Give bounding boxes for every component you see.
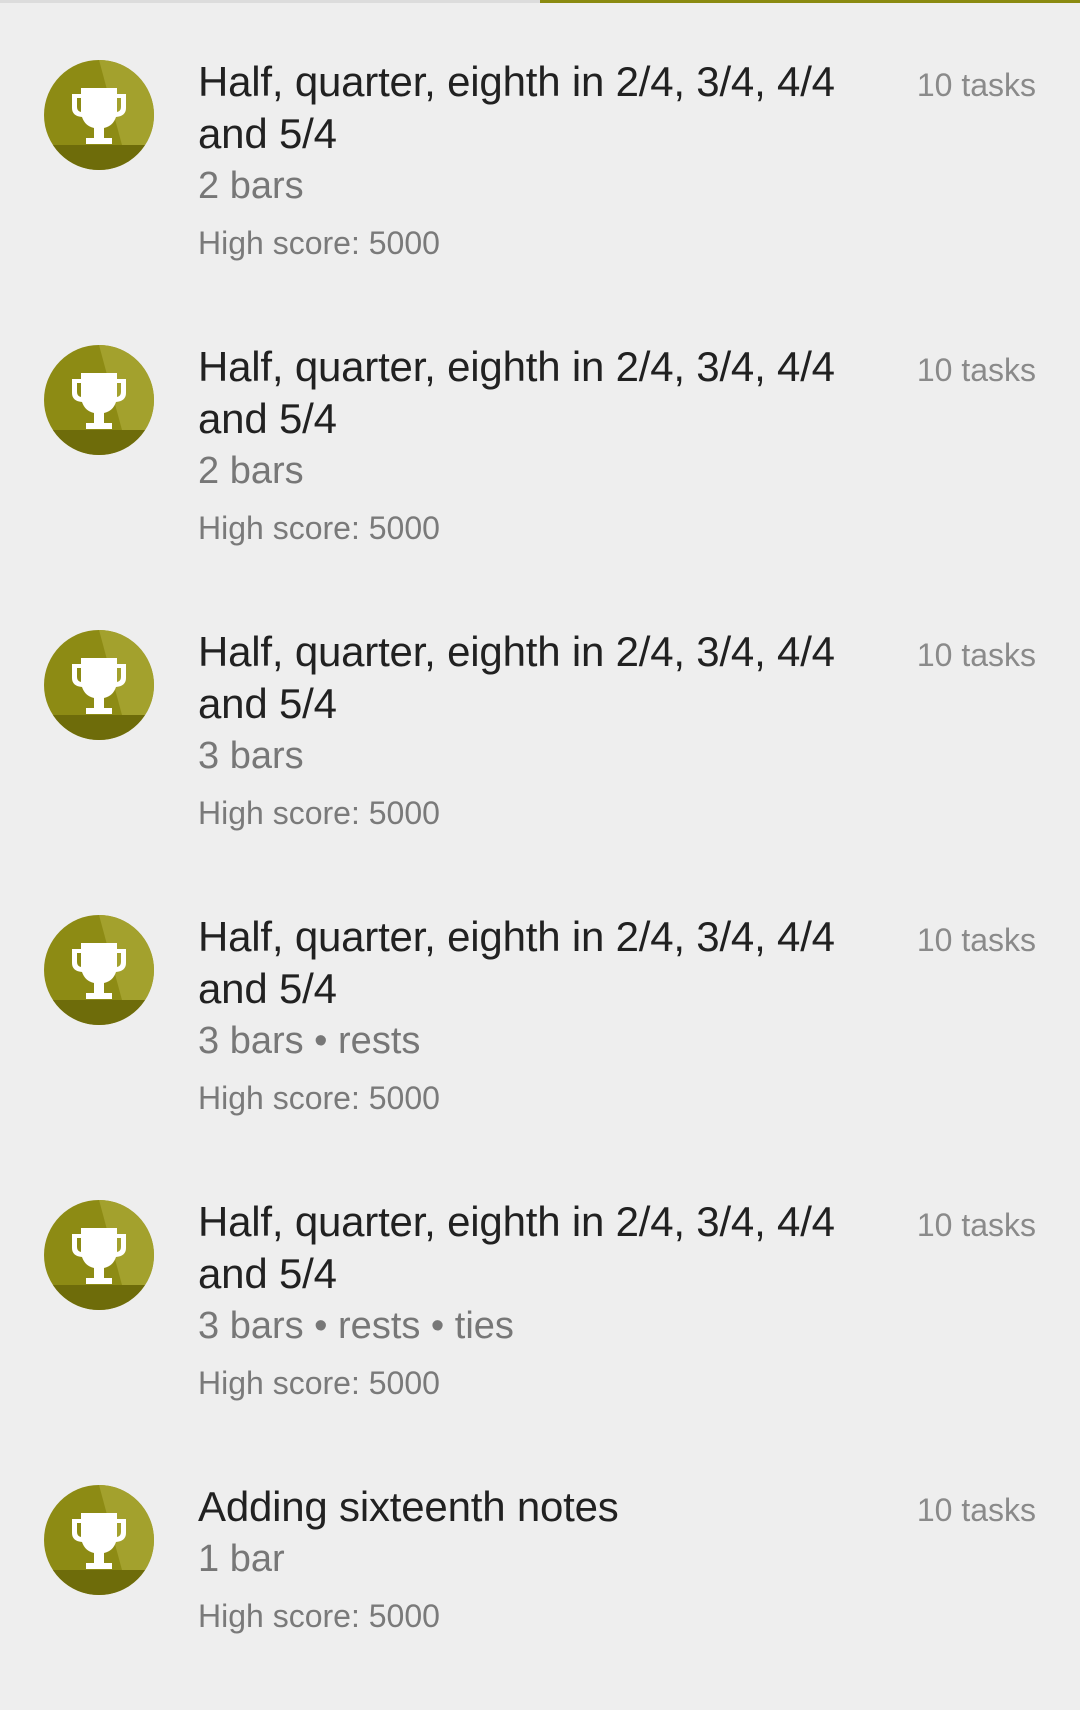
- trophy-icon: [44, 630, 154, 740]
- lesson-task-count: 10 tasks: [916, 922, 1036, 958]
- lesson-item[interactable]: Half, quarter, eighth in 2/4, 3/4, 4/4 a…: [0, 570, 1080, 855]
- trophy-icon: [44, 60, 154, 170]
- lesson-item[interactable]: Half, quarter, eighth in 2/4, 3/4, 4/4 a…: [0, 855, 1080, 1140]
- lesson-title: Half, quarter, eighth in 2/4, 3/4, 4/4 a…: [198, 58, 835, 157]
- lesson-high-score: High score: 5000: [198, 510, 440, 546]
- trophy-icon: [44, 345, 154, 455]
- lesson-task-count: 10 tasks: [916, 1207, 1036, 1243]
- lesson-title: Adding sixteenth notes: [198, 1483, 619, 1530]
- trophy-icon: [44, 1200, 154, 1310]
- lesson-task-count: 10 tasks: [916, 67, 1036, 103]
- lesson-task-count: 10 tasks: [916, 1492, 1036, 1528]
- lesson-item[interactable]: Adding sixteenth notes 1 bar High score:…: [0, 1425, 1080, 1710]
- lesson-item[interactable]: Half, quarter, eighth in 2/4, 3/4, 4/4 a…: [0, 0, 1080, 285]
- lesson-title: Half, quarter, eighth in 2/4, 3/4, 4/4 a…: [198, 628, 835, 727]
- lesson-title: Half, quarter, eighth in 2/4, 3/4, 4/4 a…: [198, 1198, 835, 1297]
- lesson-subtitle: 3 bars • rests • ties: [198, 1305, 514, 1347]
- lesson-subtitle: 2 bars: [198, 450, 304, 492]
- lesson-item[interactable]: Half, quarter, eighth in 2/4, 3/4, 4/4 a…: [0, 1140, 1080, 1425]
- lesson-high-score: High score: 5000: [198, 225, 440, 261]
- lesson-subtitle: 1 bar: [198, 1538, 285, 1580]
- lesson-task-count: 10 tasks: [916, 637, 1036, 673]
- lesson-item[interactable]: Half, quarter, eighth in 2/4, 3/4, 4/4 a…: [0, 285, 1080, 570]
- lesson-high-score: High score: 5000: [198, 795, 440, 831]
- lesson-title: Half, quarter, eighth in 2/4, 3/4, 4/4 a…: [198, 913, 835, 1012]
- lesson-title: Half, quarter, eighth in 2/4, 3/4, 4/4 a…: [198, 343, 835, 442]
- lesson-subtitle: 2 bars: [198, 165, 304, 207]
- lesson-subtitle: 3 bars • rests: [198, 1020, 421, 1062]
- lesson-high-score: High score: 5000: [198, 1365, 440, 1401]
- trophy-icon: [44, 915, 154, 1025]
- trophy-icon: [44, 1485, 154, 1595]
- lesson-task-count: 10 tasks: [916, 352, 1036, 388]
- lesson-high-score: High score: 5000: [198, 1080, 440, 1116]
- lesson-high-score: High score: 5000: [198, 1598, 440, 1634]
- lesson-subtitle: 3 bars: [198, 735, 304, 777]
